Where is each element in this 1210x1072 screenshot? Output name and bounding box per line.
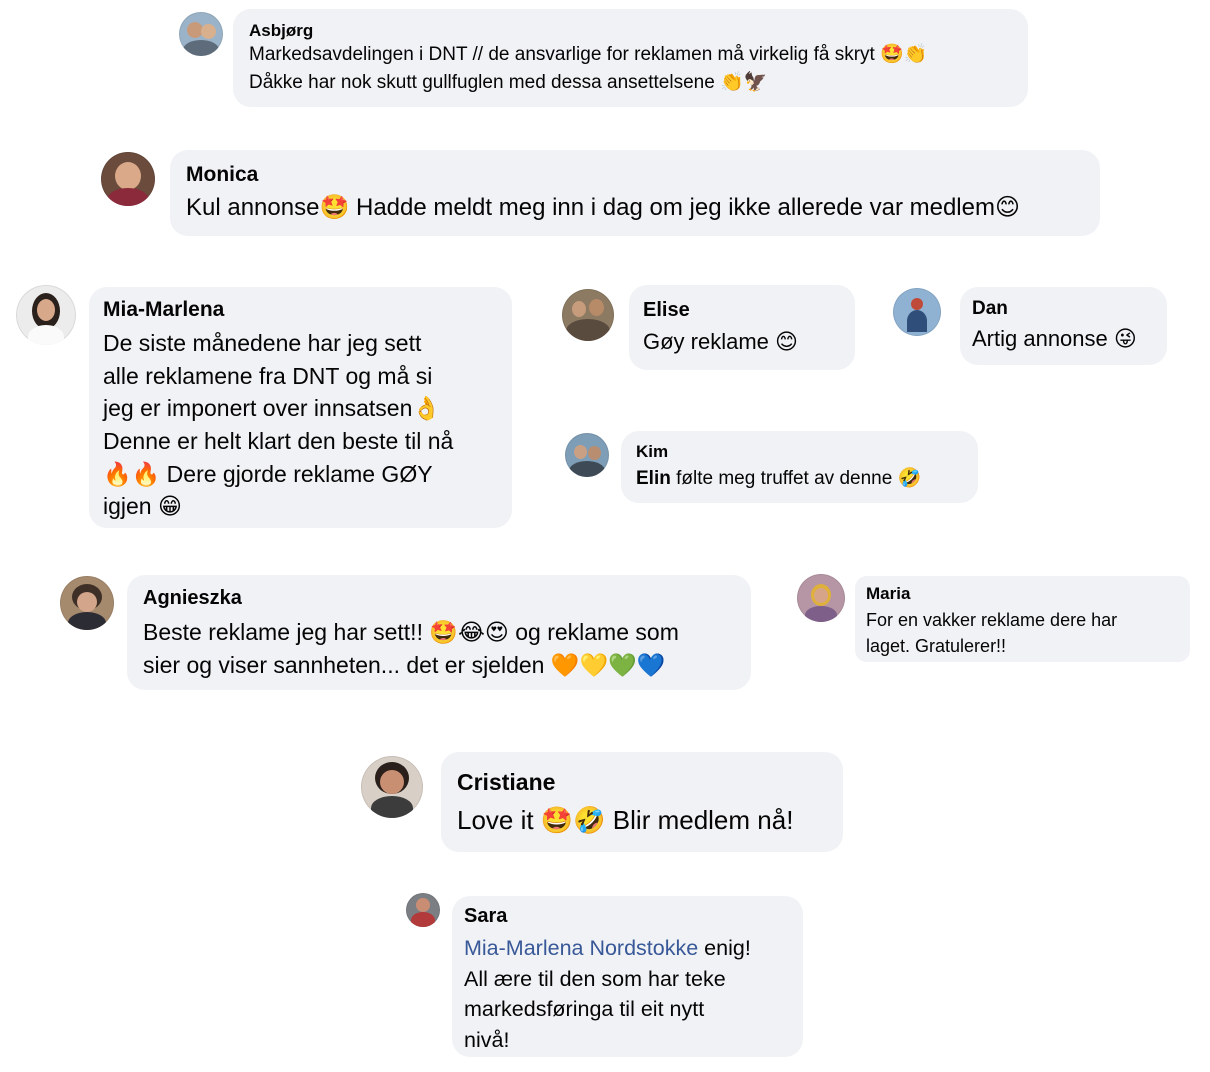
tagged-user-link[interactable]: Elin bbox=[636, 468, 671, 489]
comment-author[interactable]: Mia-Marlena bbox=[103, 297, 498, 323]
comment-bubble: Sara Mia-Marlena Nordstokke enig! All ær… bbox=[452, 896, 803, 1057]
mention-link[interactable]: Mia-Marlena Nordstokke bbox=[464, 936, 698, 960]
comment-text: Elin følte meg truffet av denne 🤣 bbox=[636, 466, 963, 492]
user-avatar-icon[interactable] bbox=[565, 433, 609, 477]
comment-author[interactable]: Cristiane bbox=[457, 768, 827, 797]
comment-author[interactable]: Monica bbox=[186, 162, 1084, 188]
comment-text: De siste månedene har jeg sett alle rekl… bbox=[103, 330, 454, 520]
comment-bubble: Kim Elin følte meg truffet av denne 🤣 bbox=[621, 431, 978, 503]
comment-author[interactable]: Kim bbox=[636, 441, 963, 462]
user-avatar-icon[interactable] bbox=[562, 289, 614, 341]
comment-text: Beste reklame jeg har sett!! 🤩😂😍 og rekl… bbox=[143, 619, 679, 678]
user-avatar-icon[interactable] bbox=[361, 756, 423, 818]
comment-bubble: Asbjørg Markedsavdelingen i DNT // de an… bbox=[233, 9, 1028, 107]
user-avatar-icon[interactable] bbox=[101, 152, 155, 206]
comment-text: Gøy reklame 😊 bbox=[643, 329, 798, 354]
user-avatar-icon[interactable] bbox=[406, 893, 440, 927]
comment-bubble: Agnieszka Beste reklame jeg har sett!! 🤩… bbox=[127, 575, 751, 690]
comment-author[interactable]: Agnieszka bbox=[143, 586, 735, 611]
comment-bubble: Monica Kul annonse🤩 Hadde meldt meg inn … bbox=[170, 150, 1100, 236]
comment-bubble: Maria For en vakker reklame dere har lag… bbox=[855, 576, 1190, 662]
comment-text: Love it 🤩🤣 Blir medlem nå! bbox=[457, 804, 794, 835]
comment-bubble: Mia-Marlena De siste månedene har jeg se… bbox=[89, 287, 512, 528]
comment-author[interactable]: Maria bbox=[866, 583, 1179, 604]
comment-text-rest: følte meg truffet av denne 🤣 bbox=[670, 468, 922, 490]
comment-bubble: Dan Artig annonse 😜 bbox=[960, 287, 1167, 365]
user-avatar-icon[interactable] bbox=[893, 288, 941, 336]
comment-author[interactable]: Sara bbox=[464, 904, 791, 929]
comment-text: Kul annonse🤩 Hadde meldt meg inn i dag o… bbox=[186, 194, 1020, 222]
comment-text: Markedsavdelingen i DNT // de ansvarlige… bbox=[249, 44, 928, 94]
comment-bubble: Elise Gøy reklame 😊 bbox=[629, 285, 855, 370]
comment-text: Artig annonse 😜 bbox=[972, 325, 1137, 351]
comment-text: For en vakker reklame dere har laget. Gr… bbox=[866, 610, 1118, 657]
comment-text: Mia-Marlena Nordstokke enig! All ære til… bbox=[464, 933, 791, 1055]
user-avatar-icon[interactable] bbox=[16, 285, 76, 345]
user-avatar-icon[interactable] bbox=[179, 12, 223, 56]
comment-author[interactable]: Elise bbox=[643, 298, 841, 323]
user-avatar-icon[interactable] bbox=[797, 574, 845, 622]
comment-bubble: Cristiane Love it 🤩🤣 Blir medlem nå! bbox=[441, 752, 843, 852]
comment-author[interactable]: Asbjørg bbox=[249, 20, 1012, 41]
user-avatar-icon[interactable] bbox=[60, 576, 114, 630]
comment-author[interactable]: Dan bbox=[972, 297, 1155, 321]
